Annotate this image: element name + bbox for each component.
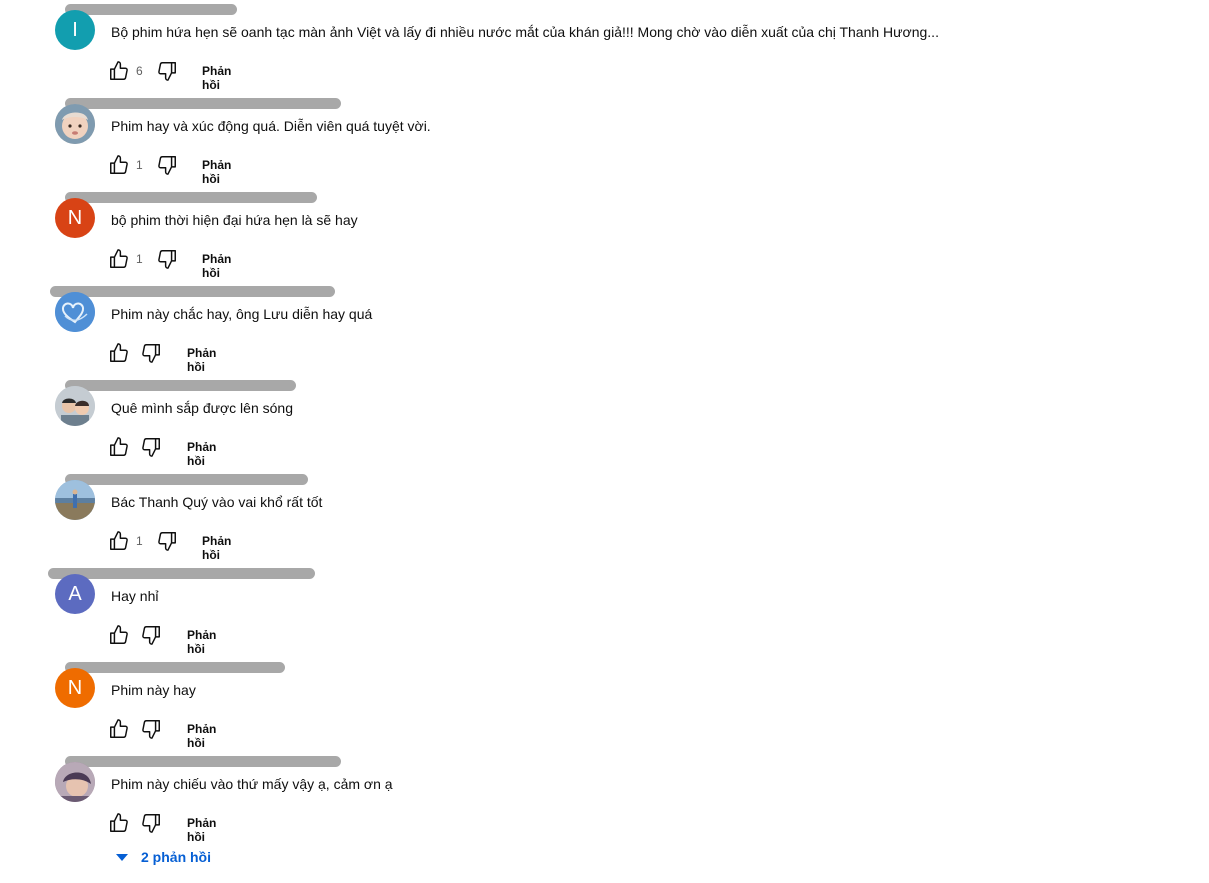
like-count: 1 xyxy=(136,252,143,266)
thumbs-up-icon[interactable] xyxy=(108,342,130,364)
caret-down-icon xyxy=(116,854,128,861)
redacted-author xyxy=(65,662,285,673)
avatar[interactable]: N xyxy=(55,198,95,238)
thumbs-down-icon[interactable] xyxy=(140,718,162,740)
like-count: 1 xyxy=(136,534,143,548)
thumbs-down-icon[interactable] xyxy=(140,436,162,458)
comment-thread: N bộ phim thời hiện đại hứa hẹn là sẽ ha… xyxy=(0,192,1209,292)
like-count: 1 xyxy=(136,158,143,172)
redacted-author xyxy=(65,380,296,391)
redacted-author xyxy=(65,474,308,485)
thumbs-up-icon[interactable] xyxy=(108,436,130,458)
avatar[interactable] xyxy=(55,480,95,520)
thumbs-down-icon[interactable] xyxy=(156,60,178,82)
avatar[interactable]: N xyxy=(55,668,95,708)
comment-thread: Quê mình sắp được lên sóng Phản hồi xyxy=(0,380,1209,480)
comment-thread: Bác Thanh Quý vào vai khổ rất tốt 1 Phản… xyxy=(0,474,1209,574)
redacted-author xyxy=(65,98,341,109)
comment-thread: Phim hay và xúc động quá. Diễn viên quá … xyxy=(0,98,1209,198)
thumbs-down-icon[interactable] xyxy=(140,812,162,834)
thumbs-up-icon[interactable] xyxy=(108,812,130,834)
redacted-author xyxy=(65,756,341,767)
comment-text: Hay nhỉ xyxy=(111,588,159,604)
redacted-author xyxy=(65,4,237,15)
avatar[interactable] xyxy=(55,762,95,802)
thumbs-up-icon[interactable] xyxy=(108,718,130,740)
avatar[interactable]: I xyxy=(55,10,95,50)
thumbs-down-icon[interactable] xyxy=(140,624,162,646)
reply-button[interactable]: Phản hồi xyxy=(187,346,216,374)
redacted-author xyxy=(65,192,317,203)
avatar[interactable] xyxy=(55,292,95,332)
thumbs-down-icon[interactable] xyxy=(140,342,162,364)
reply-button[interactable]: Phản hồi xyxy=(187,628,216,656)
comment-text: Phim này chiếu vào thứ mấy vậy ạ, cảm ơn… xyxy=(111,776,393,792)
thumbs-down-icon[interactable] xyxy=(156,248,178,270)
comment-text: Phim này chắc hay, ông Lưu diễn hay quá xyxy=(111,306,373,322)
reply-button[interactable]: Phản hồi xyxy=(202,64,231,92)
reply-button[interactable]: Phản hồi xyxy=(202,534,231,562)
reply-button[interactable]: Phản hồi xyxy=(187,722,216,750)
reply-button[interactable]: Phản hồi xyxy=(187,440,216,468)
comment-text: Quê mình sắp được lên sóng xyxy=(111,400,293,416)
comment-thread: Phim này chắc hay, ông Lưu diễn hay quá … xyxy=(0,286,1209,386)
comment-text: Bác Thanh Quý vào vai khổ rất tốt xyxy=(111,494,323,510)
reply-button[interactable]: Phản hồi xyxy=(187,816,216,844)
thumbs-down-icon[interactable] xyxy=(156,154,178,176)
comment-text: Bộ phim hứa hẹn sẽ oanh tạc màn ảnh Việt… xyxy=(111,24,939,40)
thumbs-up-icon[interactable] xyxy=(108,624,130,646)
comment-thread: Phim này chiếu vào thứ mấy vậy ạ, cảm ơn… xyxy=(0,756,1209,856)
thumbs-up-icon[interactable] xyxy=(108,60,130,82)
thumbs-up-icon[interactable] xyxy=(108,530,130,552)
thumbs-up-icon[interactable] xyxy=(108,154,130,176)
comment-thread: A Hay nhỉ Phản hồi xyxy=(0,568,1209,668)
thumbs-down-icon[interactable] xyxy=(156,530,178,552)
thumbs-up-icon[interactable] xyxy=(108,248,130,270)
show-replies-button[interactable]: 2 phản hồi xyxy=(115,847,211,867)
comment-thread: N Phim này hay Phản hồi xyxy=(0,662,1209,762)
comment-text: Phim hay và xúc động quá. Diễn viên quá … xyxy=(111,118,431,134)
reply-button[interactable]: Phản hồi xyxy=(202,158,231,186)
redacted-author xyxy=(48,568,315,579)
avatar[interactable] xyxy=(55,386,95,426)
comment-text: bộ phim thời hiện đại hứa hẹn là sẽ hay xyxy=(111,212,358,228)
like-count: 6 xyxy=(136,64,143,78)
comment-text: Phim này hay xyxy=(111,682,196,698)
comment-thread: I Bộ phim hứa hẹn sẽ oanh tạc màn ảnh Vi… xyxy=(0,4,1209,104)
reply-button[interactable]: Phản hồi xyxy=(202,252,231,280)
avatar[interactable] xyxy=(55,104,95,144)
avatar[interactable]: A xyxy=(55,574,95,614)
redacted-author xyxy=(50,286,335,297)
replies-count-label: 2 phản hồi xyxy=(141,849,211,865)
